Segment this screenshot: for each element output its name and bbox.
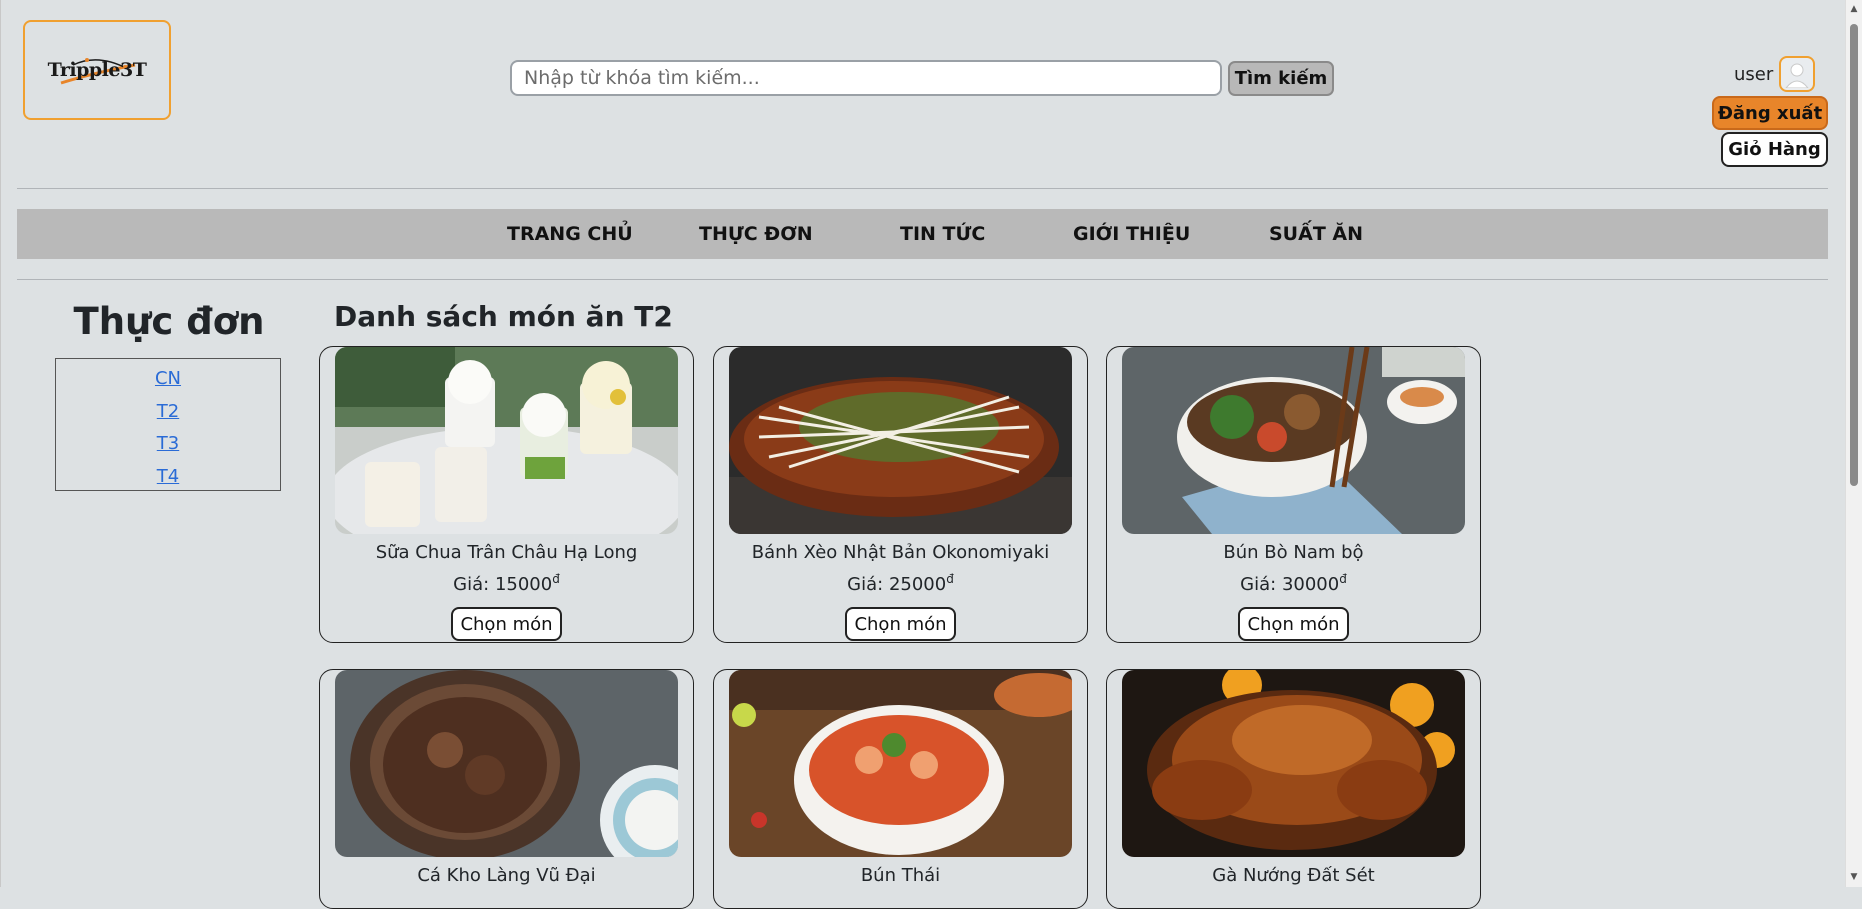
nav-item-news[interactable]: TIN TỨC [900, 209, 985, 259]
nav-item-about[interactable]: GIỚI THIỆU [1073, 209, 1190, 259]
logout-button[interactable]: Đăng xuất [1712, 96, 1828, 130]
scroll-down-arrow-icon[interactable]: ▼ [1849, 872, 1859, 882]
price-prefix: Giá: [1240, 574, 1282, 595]
food-image-yogurt[interactable] [335, 347, 678, 534]
food-card: Sữa Chua Trân Châu Hạ Long Giá: 15000đ C… [319, 346, 694, 643]
choose-dish-button[interactable]: Chọn món [845, 607, 956, 641]
choose-dish-button[interactable]: Chọn món [451, 607, 562, 641]
section-title: Danh sách món ăn T2 [334, 300, 673, 333]
nav-item-menu[interactable]: THỰC ĐƠN [699, 209, 813, 259]
food-price: Giá: 30000đ [1107, 572, 1480, 595]
food-image-okonomiyaki[interactable] [729, 347, 1072, 534]
food-name: Sữa Chua Trân Châu Hạ Long [375, 542, 638, 563]
price-value: 25000 [888, 574, 947, 595]
user-icon [1785, 63, 1809, 88]
currency-symbol: đ [946, 572, 954, 586]
day-menu-list: CN T2 T3 T4 [55, 358, 281, 491]
food-image-ga-nuong[interactable] [1122, 670, 1465, 857]
food-name: Cá Kho Làng Vũ Đại [417, 865, 596, 886]
food-image-bun-thai[interactable] [729, 670, 1072, 857]
sidebar-link-t4[interactable]: T4 [56, 466, 280, 487]
nav-item-meals[interactable]: SUẤT ĂN [1269, 209, 1363, 259]
logo-text: Tripple3T [47, 59, 147, 81]
choose-dish-button[interactable]: Chọn món [1238, 607, 1349, 641]
cart-button[interactable]: Giỏ Hàng [1721, 132, 1828, 167]
sidebar-link-t3[interactable]: T3 [56, 433, 280, 454]
food-price: Giá: 15000đ [320, 572, 693, 595]
scrollbar-thumb[interactable] [1850, 24, 1858, 486]
avatar[interactable] [1779, 56, 1815, 92]
food-image-ca-kho[interactable] [335, 670, 678, 857]
page: Tripple3T Tìm kiếm user Đăng xuất Giỏ Hà… [0, 0, 1845, 909]
food-card: Bún Thái [713, 669, 1088, 909]
divider [17, 188, 1828, 189]
food-card: Gà Nướng Đất Sét [1106, 669, 1481, 909]
food-name: Bún Thái [860, 865, 941, 886]
price-prefix: Giá: [847, 574, 889, 595]
search-input[interactable] [510, 60, 1222, 96]
currency-symbol: đ [552, 572, 560, 586]
divider [17, 279, 1828, 280]
sidebar-link-t2[interactable]: T2 [56, 401, 280, 422]
scroll-up-arrow-icon[interactable]: ▲ [1849, 4, 1859, 14]
sidebar-title: Thực đơn [73, 300, 265, 343]
food-name: Bánh Xèo Nhật Bản Okonomiyaki [751, 542, 1050, 563]
food-image-bun-bo[interactable] [1122, 347, 1465, 534]
price-value: 30000 [1281, 574, 1340, 595]
food-card: Bún Bò Nam bộ Giá: 30000đ Chọn món [1106, 346, 1481, 643]
site-logo[interactable]: Tripple3T [23, 20, 171, 120]
food-card: Cá Kho Làng Vũ Đại [319, 669, 694, 909]
food-card: Bánh Xèo Nhật Bản Okonomiyaki Giá: 25000… [713, 346, 1088, 643]
main-nav: TRANG CHỦ THỰC ĐƠN TIN TỨC GIỚI THIỆU SU… [17, 209, 1828, 259]
vertical-scrollbar[interactable]: ▲ ▼ [1845, 0, 1862, 887]
sidebar-link-cn[interactable]: CN [56, 368, 280, 389]
food-price: Giá: 25000đ [714, 572, 1087, 595]
nav-item-home[interactable]: TRANG CHỦ [507, 209, 633, 259]
user-label: user [1734, 64, 1774, 85]
currency-symbol: đ [1339, 572, 1347, 586]
price-prefix: Giá: [453, 574, 495, 595]
food-name: Gà Nướng Đất Sét [1212, 865, 1375, 886]
food-name: Bún Bò Nam bộ [1223, 542, 1364, 563]
search-button[interactable]: Tìm kiếm [1228, 61, 1334, 96]
price-value: 15000 [494, 574, 553, 595]
